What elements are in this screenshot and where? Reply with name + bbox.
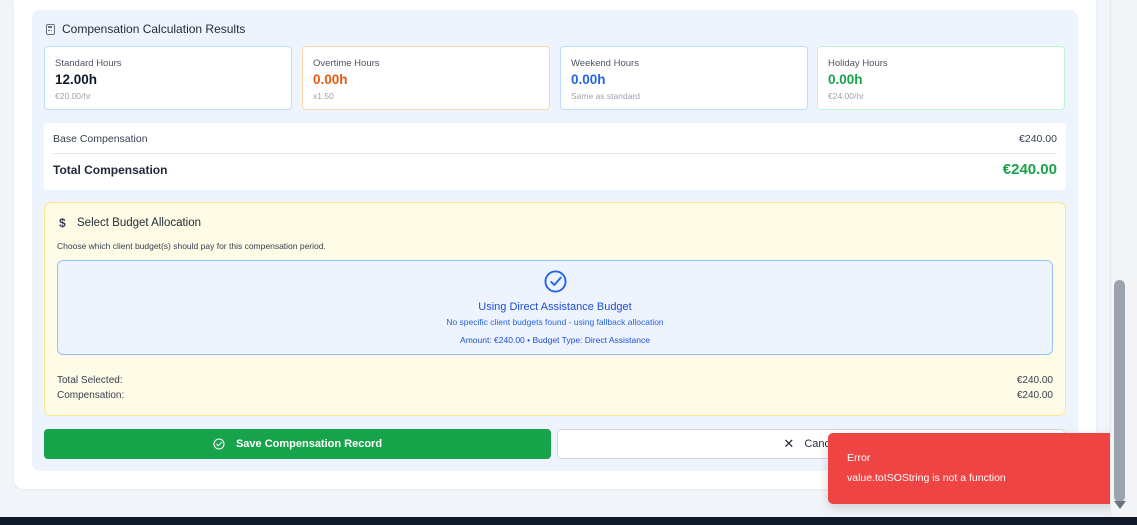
budget-allocation-panel: $ Select Budget Allocation Choose which … — [44, 202, 1066, 416]
compensation-summary: Base Compensation €240.00 Total Compensa… — [44, 123, 1066, 190]
holiday-hours-label: Holiday Hours — [828, 58, 888, 69]
holiday-hours-rate: €24.00/hr — [828, 91, 864, 101]
compensation-row: Compensation: €240.00 — [57, 390, 1053, 401]
holiday-hours-card: Holiday Hours 0.00h €24.00/hr — [817, 46, 1065, 110]
base-compensation-label: Base Compensation — [53, 133, 148, 145]
overtime-hours-label: Overtime Hours — [313, 58, 380, 69]
toast-message: value.toISOString is not a function — [847, 472, 1006, 484]
weekend-hours-card: Weekend Hours 0.00h Same as standard — [560, 46, 808, 110]
weekend-hours-value: 0.00h — [571, 72, 606, 87]
scroll-down-arrow-icon[interactable] — [1114, 501, 1126, 509]
dollar-icon: $ — [59, 216, 66, 230]
direct-budget-meta: Amount: €240.00 • Budget Type: Direct As… — [460, 335, 650, 345]
base-compensation-value: €240.00 — [1019, 133, 1057, 145]
toast-title: Error — [847, 452, 871, 464]
results-title: Compensation Calculation Results — [62, 22, 246, 36]
total-compensation-row: Total Compensation €240.00 — [53, 161, 1057, 178]
divider — [53, 153, 1057, 154]
total-selected-value: €240.00 — [1016, 375, 1053, 386]
total-compensation-value: €240.00 — [1002, 161, 1057, 178]
weekend-hours-label: Weekend Hours — [571, 58, 639, 69]
error-toast[interactable]: Error value.toISOString is not a functio… — [828, 433, 1119, 504]
results-header: Compensation Calculation Results — [46, 22, 245, 36]
standard-hours-rate: €20.00/hr — [55, 91, 91, 101]
standard-hours-card: Standard Hours 12.00h €20.00/hr — [44, 46, 292, 110]
budget-allocation-title: Select Budget Allocation — [77, 217, 202, 229]
save-compensation-button[interactable]: Save Compensation Record — [44, 429, 551, 459]
bottom-edge — [0, 517, 1137, 525]
budget-allocation-header: $ Select Budget Allocation — [59, 216, 201, 230]
direct-assistance-budget-card[interactable]: Using Direct Assistance Budget No specif… — [57, 260, 1053, 355]
total-selected-label: Total Selected: — [57, 375, 123, 386]
budget-allocation-description: Choose which client budget(s) should pay… — [57, 241, 326, 251]
calculator-icon — [46, 23, 55, 35]
save-button-label: Save Compensation Record — [235, 438, 383, 450]
overtime-hours-multiplier: x1.50 — [313, 91, 334, 101]
total-compensation-label: Total Compensation — [53, 162, 168, 177]
direct-budget-subtitle: No specific client budgets found - using… — [446, 317, 664, 327]
overtime-hours-card: Overtime Hours 0.00h x1.50 — [302, 46, 550, 110]
holiday-hours-value: 0.00h — [828, 72, 863, 87]
check-circle-icon — [213, 438, 225, 450]
total-selected-row: Total Selected: €240.00 — [57, 375, 1053, 386]
close-icon: ✕ — [783, 436, 795, 451]
compensation-value: €240.00 — [1016, 390, 1053, 401]
overtime-hours-value: 0.00h — [313, 72, 348, 87]
standard-hours-value: 12.00h — [55, 72, 98, 87]
weekend-hours-rate: Same as standard — [571, 91, 640, 101]
scrollbar-thumb[interactable] — [1114, 280, 1125, 502]
compensation-label: Compensation: — [57, 390, 125, 401]
direct-budget-title: Using Direct Assistance Budget — [478, 301, 632, 313]
base-compensation-row: Base Compensation €240.00 — [53, 133, 1057, 145]
standard-hours-label: Standard Hours — [55, 58, 122, 69]
check-circle-icon — [544, 270, 567, 293]
